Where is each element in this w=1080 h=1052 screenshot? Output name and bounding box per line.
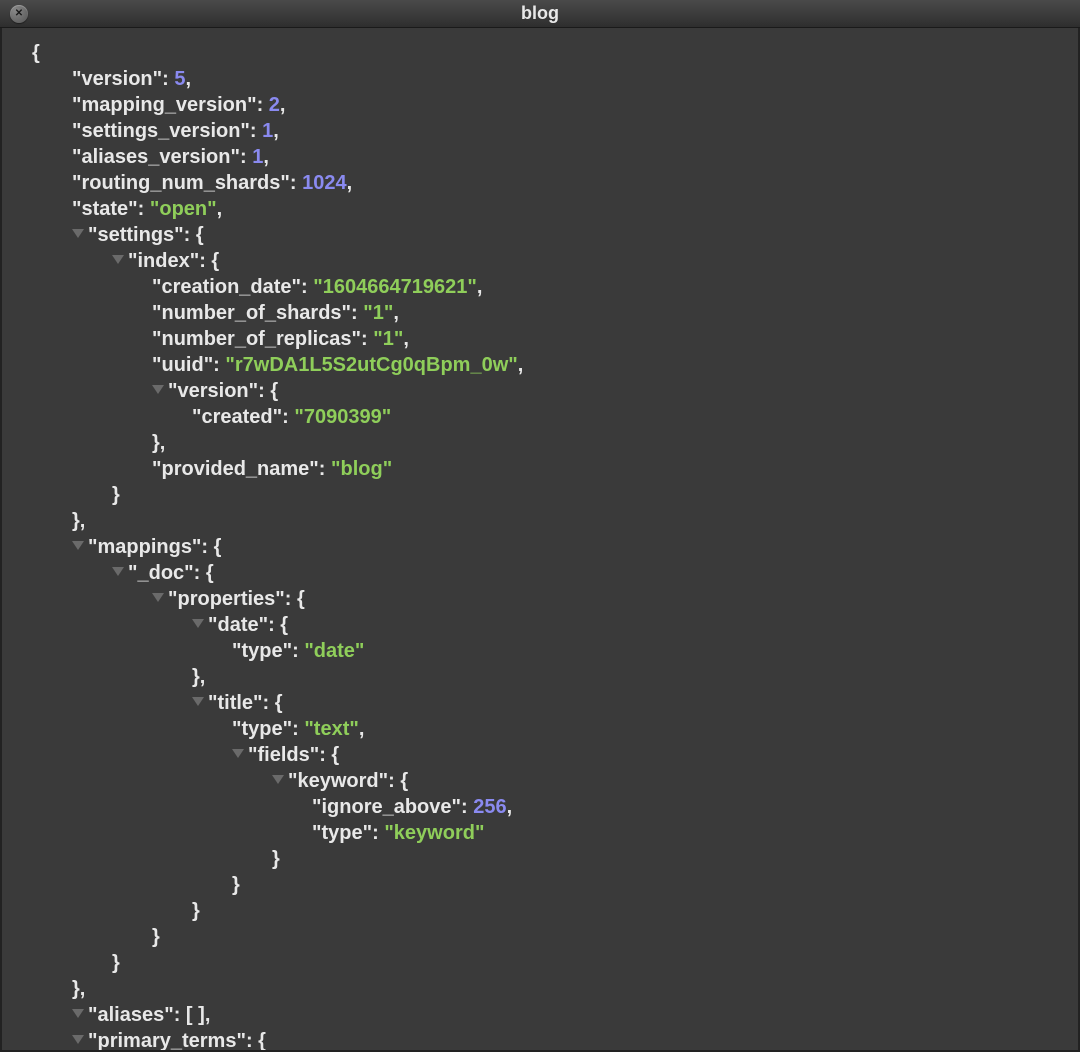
chevron-down-icon[interactable]: [152, 593, 164, 602]
json-row-properties: "properties": {: [32, 586, 1070, 612]
chevron-down-icon[interactable]: [192, 619, 204, 628]
json-row-number-of-replicas: "number_of_replicas": "1",: [32, 326, 1070, 352]
json-row-mappings: "mappings": {: [32, 534, 1070, 560]
json-row-provided-name: "provided_name": "blog": [32, 456, 1070, 482]
json-brace-close: }: [32, 872, 1070, 898]
json-row-settings: "settings": {: [32, 222, 1070, 248]
chevron-down-icon[interactable]: [112, 567, 124, 576]
json-row-date: "date": {: [32, 612, 1070, 638]
close-icon[interactable]: [10, 5, 28, 23]
json-brace-close: }: [32, 898, 1070, 924]
json-brace-close: }: [32, 846, 1070, 872]
chevron-down-icon[interactable]: [192, 697, 204, 706]
json-row-routing-num-shards: "routing_num_shards": 1024,: [32, 170, 1070, 196]
json-row-number-of-shards: "number_of_shards": "1",: [32, 300, 1070, 326]
json-row-fields: "fields": {: [32, 742, 1070, 768]
json-brace-close: },: [32, 664, 1070, 690]
json-row-state: "state": "open",: [32, 196, 1070, 222]
json-row-primary-terms: "primary_terms": {: [32, 1028, 1070, 1052]
json-brace-close: }: [32, 924, 1070, 950]
json-row-mapping-version: "mapping_version": 2,: [32, 92, 1070, 118]
json-row-keyword: "keyword": {: [32, 768, 1070, 794]
window-titlebar: blog: [0, 0, 1080, 28]
json-row-type-text: "type": "text",: [32, 716, 1070, 742]
json-row-uuid: "uuid": "r7wDA1L5S2utCg0qBpm_0w",: [32, 352, 1070, 378]
chevron-down-icon[interactable]: [112, 255, 124, 264]
json-row-index: "index": {: [32, 248, 1070, 274]
chevron-down-icon[interactable]: [232, 749, 244, 758]
json-row-aliases: "aliases": [ ],: [32, 1002, 1070, 1028]
json-row-settings-version: "settings_version": 1,: [32, 118, 1070, 144]
json-viewer: { "version": 5, "mapping_version": 2, "s…: [0, 28, 1080, 1052]
window-title: blog: [0, 3, 1080, 24]
json-row-version: "version": 5,: [32, 66, 1070, 92]
json-row-ignore-above: "ignore_above": 256,: [32, 794, 1070, 820]
json-row-index-version: "version": {: [32, 378, 1070, 404]
chevron-down-icon[interactable]: [272, 775, 284, 784]
json-brace-close: }: [32, 950, 1070, 976]
json-row-created: "created": "7090399": [32, 404, 1070, 430]
json-brace-close: },: [32, 430, 1070, 456]
json-row-title: "title": {: [32, 690, 1070, 716]
chevron-down-icon[interactable]: [72, 1009, 84, 1018]
chevron-down-icon[interactable]: [72, 229, 84, 238]
json-brace-close: }: [32, 482, 1070, 508]
chevron-down-icon[interactable]: [72, 1035, 84, 1044]
json-brace-close: },: [32, 976, 1070, 1002]
json-row-creation-date: "creation_date": "1604664719621",: [32, 274, 1070, 300]
json-row-type-keyword: "type": "keyword": [32, 820, 1070, 846]
json-row-doc: "_doc": {: [32, 560, 1070, 586]
json-brace-open: {: [32, 40, 1070, 66]
json-brace-close: },: [32, 508, 1070, 534]
chevron-down-icon[interactable]: [72, 541, 84, 550]
chevron-down-icon[interactable]: [152, 385, 164, 394]
json-row-aliases-version: "aliases_version": 1,: [32, 144, 1070, 170]
json-row-type-date: "type": "date": [32, 638, 1070, 664]
